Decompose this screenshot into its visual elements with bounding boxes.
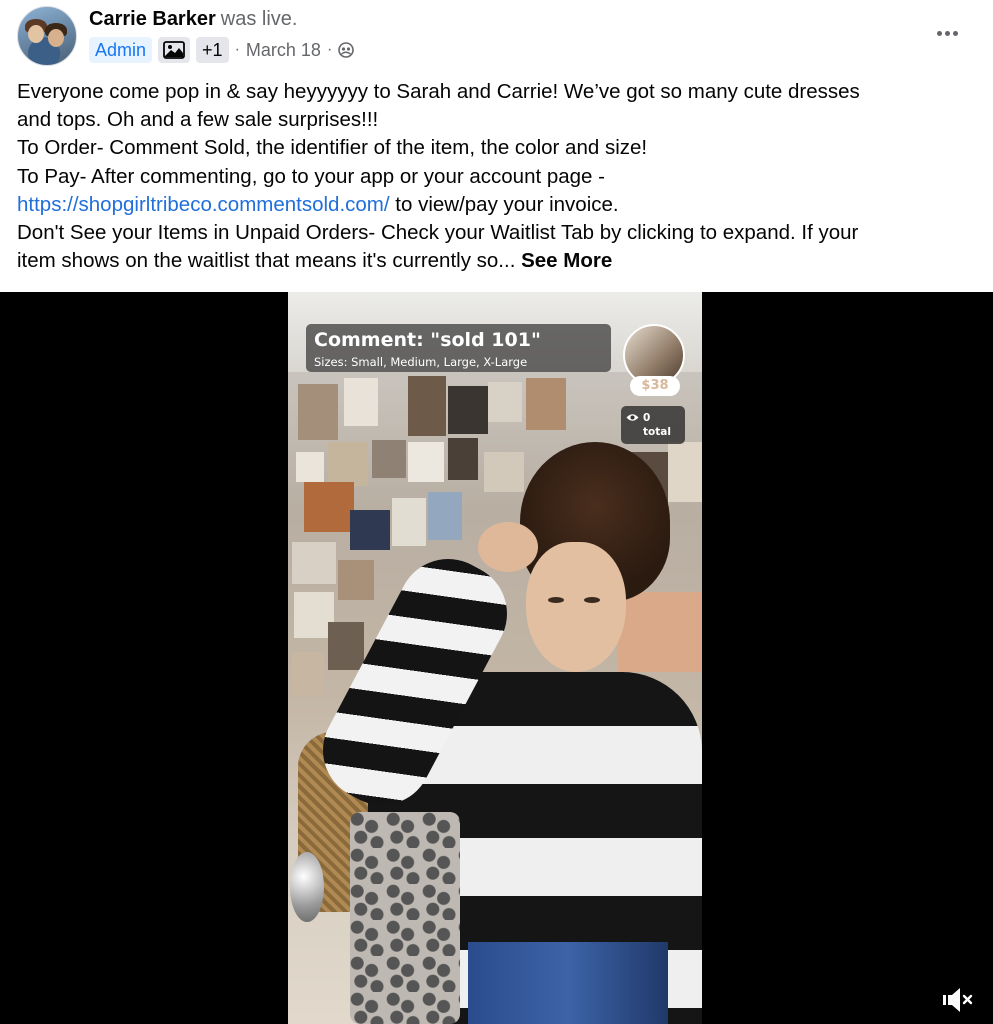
video-scene xyxy=(328,442,368,486)
video-scene xyxy=(296,452,324,482)
video-scene xyxy=(292,542,336,584)
product-price: $38 xyxy=(630,376,680,396)
video-scene xyxy=(328,622,364,670)
more-badges-button[interactable]: +1 xyxy=(196,37,229,63)
viewer-count: 0 xyxy=(643,412,651,424)
video-scene xyxy=(408,442,444,482)
post-message: Everyone come pop in & say heyyyyyy to S… xyxy=(17,78,977,275)
video-scene xyxy=(618,592,702,672)
video-scene xyxy=(526,542,626,672)
video-scene xyxy=(392,498,426,546)
post-text-line: To Pay- After commenting, go to your app… xyxy=(17,164,605,188)
comment-sold-overlay: Comment: "sold 101" Sizes: Small, Medium… xyxy=(306,324,611,372)
post-text-line: To Order- Comment Sold, the identifier o… xyxy=(17,136,648,160)
live-video-player[interactable]: Comment: "sold 101" Sizes: Small, Medium… xyxy=(0,292,993,1024)
see-more-button[interactable]: See More xyxy=(521,249,612,272)
avatar-detail xyxy=(48,29,64,47)
invoice-link[interactable]: https://shopgirltribeco.commentsold.com/ xyxy=(17,193,390,216)
overlay-comment-code: Comment: "sold 101" xyxy=(314,329,541,351)
video-scene xyxy=(408,376,446,436)
video-scene xyxy=(584,597,600,603)
unmute-button[interactable] xyxy=(940,985,976,1015)
video-scene xyxy=(548,597,564,603)
author-name[interactable]: Carrie Barker xyxy=(89,8,216,30)
video-scene xyxy=(668,442,702,502)
video-scene xyxy=(448,386,488,434)
speaker-muted-icon xyxy=(943,988,973,1012)
video-scene xyxy=(338,560,374,600)
post-text-line: item shows on the waitlist that means it… xyxy=(17,247,977,275)
video-scene xyxy=(298,384,338,440)
meta-separator: · xyxy=(326,41,333,58)
post-text-line: https://shopgirltribeco.commentsold.com/… xyxy=(17,191,977,219)
video-scene xyxy=(526,378,566,430)
viewer-count-badge: 0 total xyxy=(621,406,685,444)
post-text-line: Everyone come pop in & say heyyyyyy to S… xyxy=(17,80,860,103)
author-line: Carrie Barker was live. xyxy=(89,8,297,31)
video-scene xyxy=(478,522,538,572)
video-scene xyxy=(344,378,378,426)
video-scene xyxy=(448,438,478,480)
video-frame xyxy=(288,292,702,1024)
video-scene xyxy=(484,452,524,492)
video-scene xyxy=(428,492,462,540)
more-dots-icon xyxy=(936,30,942,36)
live-status-text: was live. xyxy=(220,8,298,30)
post-date-link[interactable]: March 18 xyxy=(246,40,321,61)
more-dots-icon xyxy=(944,30,950,36)
post-meta: Admin +1 · March 18 · xyxy=(89,36,355,64)
avatar-detail xyxy=(28,25,44,43)
video-scene xyxy=(304,482,354,532)
author-avatar[interactable] xyxy=(17,6,77,66)
post-text-line: Don't See your Items in Unpaid Orders- C… xyxy=(17,221,859,245)
meta-separator: · xyxy=(234,41,240,58)
post-text-fragment: item shows on the waitlist that means it… xyxy=(17,249,522,273)
viewer-label: total xyxy=(643,426,671,438)
video-scene xyxy=(372,440,406,478)
video-scene xyxy=(350,812,460,1024)
admin-badge[interactable]: Admin xyxy=(89,37,153,63)
eye-icon xyxy=(626,414,639,421)
overlay-sizes: Sizes: Small, Medium, Large, X-Large xyxy=(314,355,528,369)
post-options-button[interactable] xyxy=(930,22,964,44)
group-audience-icon[interactable] xyxy=(338,42,355,58)
video-scene xyxy=(488,382,522,422)
video-scene xyxy=(292,652,324,696)
more-dots-icon xyxy=(952,30,958,36)
video-scene xyxy=(350,510,390,550)
post-text-line: and tops. Oh and a few sale surprises!!! xyxy=(17,108,379,132)
post-header: Carrie Barker was live. Admin +1 · March … xyxy=(0,0,993,76)
video-scene xyxy=(290,852,324,922)
post-text-fragment: to view/pay your invoice. xyxy=(389,192,619,216)
video-scene xyxy=(468,942,668,1024)
content-creator-badge-icon[interactable] xyxy=(158,37,191,63)
